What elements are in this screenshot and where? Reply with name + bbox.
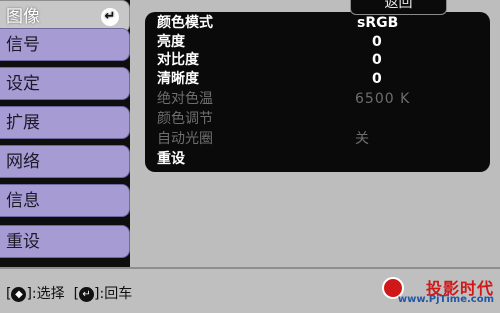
setting-value: 0: [372, 52, 382, 68]
menu-item-label: 设定: [6, 74, 40, 94]
setting-value: 0: [372, 34, 382, 50]
setting-row-contrast[interactable]: 对比度 0: [157, 51, 477, 69]
left-menu: 图像 ↵ 信号 设定 扩展 网络 信息 重设: [0, 0, 140, 267]
setting-row-sharpness[interactable]: 清晰度 0: [157, 70, 477, 88]
menu-item-extended[interactable]: 扩展: [0, 106, 130, 139]
projector-osd-screen: 图像 ↵ 信号 设定 扩展 网络 信息 重设 返回 颜色模式 sRGB 亮度 0…: [0, 0, 500, 313]
select-hint: ]:选择: [26, 286, 65, 302]
watermark-url: www.PjTime.com: [397, 294, 494, 305]
setting-value: sRGB: [357, 15, 399, 31]
enter-icon: ↵: [101, 8, 119, 26]
setting-row-auto-iris: 自动光圈 关: [157, 130, 477, 148]
setting-row-reset[interactable]: 重设: [157, 150, 477, 168]
setting-row-color-mode[interactable]: 颜色模式 sRGB: [157, 14, 477, 32]
menu-item-label: 图像: [6, 7, 40, 27]
menu-item-info[interactable]: 信息: [0, 184, 130, 217]
setting-value: 6500 K: [355, 91, 411, 107]
enter-icon: ↵: [79, 286, 95, 302]
setting-label: 自动光圈: [157, 131, 213, 147]
setting-label: 对比度: [157, 52, 199, 68]
setting-label: 清晰度: [157, 71, 199, 87]
updown-icon: ◆: [11, 286, 27, 302]
menu-item-settings[interactable]: 设定: [0, 67, 130, 100]
setting-label: 亮度: [157, 34, 185, 50]
menu-item-label: 重设: [6, 232, 40, 252]
setting-value: 0: [372, 71, 382, 87]
menu-item-label: 信号: [6, 35, 40, 55]
menu-item-signal[interactable]: 信号: [0, 28, 130, 61]
back-button[interactable]: 返回: [350, 0, 447, 15]
key-hints: [◆]:选择 [↵]:回车: [6, 283, 132, 303]
menu-item-reset[interactable]: 重设: [0, 225, 130, 258]
setting-label: 颜色调节: [157, 111, 213, 127]
setting-row-brightness[interactable]: 亮度 0: [157, 33, 477, 51]
menu-item-label: 网络: [6, 152, 40, 172]
help-bar: [◆]:选择 [↵]:回车 投影时代 www.PjTime.com: [0, 267, 500, 313]
setting-label: 重设: [157, 151, 185, 167]
menu-item-network[interactable]: 网络: [0, 145, 130, 178]
setting-row-color-adjust: 颜色调节: [157, 110, 477, 128]
setting-label: 绝对色温: [157, 91, 213, 107]
setting-row-color-temp: 绝对色温 6500 K: [157, 90, 477, 108]
menu-item-label: 信息: [6, 191, 40, 211]
enter-hint: ]:回车: [94, 286, 133, 302]
menu-item-label: 扩展: [6, 113, 40, 133]
setting-label: 颜色模式: [157, 15, 213, 31]
setting-value: 关: [355, 131, 370, 147]
watermark-logo: 投影时代 www.PjTime.com: [382, 273, 494, 309]
